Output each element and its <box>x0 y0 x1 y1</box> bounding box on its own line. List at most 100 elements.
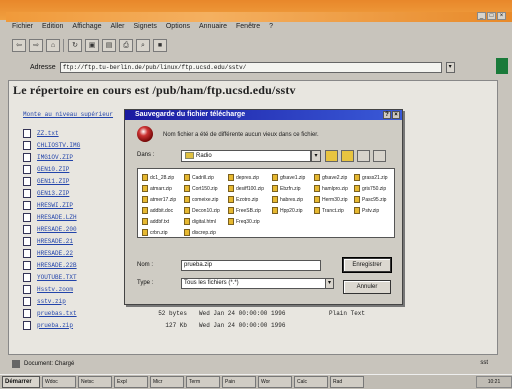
menu-edition[interactable]: Edition <box>42 23 63 35</box>
pane-file-item[interactable]: grass21.zip <box>354 172 394 183</box>
pane-file-item[interactable]: Pasc95.zip <box>354 194 394 205</box>
pane-file-item[interactable]: crbn.zip <box>142 227 184 238</box>
taskbar-item[interactable]: Rad <box>330 376 364 388</box>
up-folder-icon[interactable] <box>325 150 338 162</box>
taskbar-item[interactable]: Calc <box>294 376 328 388</box>
taskbar-item[interactable]: Term <box>186 376 220 388</box>
file-link[interactable]: HRESADE.22B <box>37 262 107 269</box>
toolbar-separator <box>63 38 65 52</box>
menu-annuaire[interactable]: Annuaire <box>199 23 227 35</box>
back-arrow-icon[interactable]: ⇦ <box>12 38 26 52</box>
menu-aller[interactable]: Aller <box>110 23 124 35</box>
file-link[interactable]: HRESADE.LZH <box>37 214 107 221</box>
reload-icon[interactable]: ↻ <box>68 38 82 52</box>
file-link[interactable]: sstv.zip <box>37 298 107 305</box>
file-icon <box>23 272 31 282</box>
pane-file-item[interactable]: atmer17.zip <box>142 194 184 205</box>
close-button[interactable]: × <box>497 12 506 20</box>
zip-file-icon <box>314 174 320 181</box>
file-link[interactable]: HRESWI.ZIP <box>37 202 107 209</box>
pane-file-item[interactable]: addbf.txt <box>142 216 184 227</box>
filename-input[interactable]: prueba.zip <box>181 260 321 271</box>
pane-file-item[interactable]: comeixe.zip <box>184 194 228 205</box>
taskbar-item[interactable]: Wor <box>258 376 292 388</box>
find-icon[interactable]: ⌕ <box>136 38 150 52</box>
pane-file-item[interactable]: Tranct.zip <box>314 205 354 216</box>
file-link[interactable]: HRESADE.22 <box>37 250 107 257</box>
home-icon[interactable]: ⌂ <box>46 38 60 52</box>
taskbar-item[interactable]: Expl <box>114 376 148 388</box>
new-folder-icon[interactable] <box>341 150 354 162</box>
parent-directory-link[interactable]: Monte au niveau supérieur <box>23 111 113 118</box>
file-link[interactable]: Hsstv.zoom <box>37 286 107 293</box>
pane-file-item[interactable]: addbit.doc <box>142 205 184 216</box>
taskbar-item[interactable]: Pain <box>222 376 256 388</box>
pane-file-item[interactable]: desiff100.zip <box>228 183 272 194</box>
file-link[interactable]: YOUTUBE.TXT <box>37 274 107 281</box>
address-input[interactable]: ftp://ftp.tu-berlin.de/pub/linux/ftp.ucs… <box>59 61 442 73</box>
file-link[interactable]: GEN11.ZIP <box>37 178 107 185</box>
file-link[interactable]: pruebas.txt <box>37 310 107 317</box>
pane-file-item[interactable]: hamlpro.zip <box>314 183 354 194</box>
taskbar-item[interactable]: Netsc <box>78 376 112 388</box>
pane-file-item[interactable]: depres.zip <box>228 172 272 183</box>
folder-select[interactable]: Radio <box>181 150 311 162</box>
close-icon[interactable]: × <box>392 111 400 119</box>
menu-options[interactable]: Options <box>166 23 190 35</box>
pane-file-item[interactable]: Hpp20.zip <box>272 205 314 216</box>
forward-arrow-icon[interactable]: ⇨ <box>29 38 43 52</box>
help-icon[interactable]: ? <box>383 111 391 119</box>
file-link[interactable]: prueba.zip <box>37 322 107 329</box>
details-view-icon[interactable] <box>373 150 386 162</box>
menu-fenetre[interactable]: Fenêtre <box>236 23 260 35</box>
print-icon[interactable]: ⎙ <box>119 38 133 52</box>
file-link[interactable]: CHLIOSTV.IMG <box>37 142 107 149</box>
file-link[interactable]: GEN10.ZIP <box>37 166 107 173</box>
pane-file-item[interactable]: atmarr.zip <box>142 183 184 194</box>
pane-file-name: Herm30.zip <box>322 196 348 203</box>
file-link[interactable]: ZZ.txt <box>37 130 107 137</box>
pane-file-item[interactable]: gris750.zip <box>354 183 394 194</box>
file-link[interactable]: GEN13.ZIP <box>37 190 107 197</box>
pane-file-item[interactable]: FreeSB.zip <box>228 205 272 216</box>
filetype-select[interactable]: Tous les fichiers (*.*) <box>181 278 327 289</box>
open-icon[interactable]: ▤ <box>102 38 116 52</box>
list-view-icon[interactable] <box>357 150 370 162</box>
stop-icon[interactable]: ■ <box>153 38 167 52</box>
pane-file-item[interactable]: Cadrill.zip <box>184 172 228 183</box>
pane-file-item[interactable]: discrep.zip <box>184 227 228 238</box>
menu-fichier[interactable]: Fichier <box>12 23 33 35</box>
menu-affichage[interactable]: Affichage <box>72 23 101 35</box>
minimize-button[interactable]: _ <box>477 12 486 20</box>
chevron-down-icon[interactable]: ▾ <box>325 278 334 289</box>
chevron-down-icon[interactable]: ▾ <box>445 61 455 73</box>
file-link[interactable]: HRESADE.21 <box>37 238 107 245</box>
pane-file-item[interactable]: Freq30.zip <box>228 216 272 227</box>
images-icon[interactable]: ▣ <box>85 38 99 52</box>
cancel-button[interactable]: Annuler <box>343 280 391 294</box>
zip-file-icon <box>354 196 360 203</box>
taskbar-item[interactable]: Micr <box>150 376 184 388</box>
pane-file-item[interactable]: gfsave2.zip <box>314 172 354 183</box>
maximize-button[interactable]: □ <box>487 12 496 20</box>
pane-file-item[interactable]: dc1_28.zip <box>142 172 184 183</box>
menu-signets[interactable]: Signets <box>134 23 157 35</box>
pane-file-item[interactable]: gfsave1.zip <box>272 172 314 183</box>
menu-help[interactable]: ? <box>269 23 273 35</box>
file-size: 52 bytes <box>158 309 187 317</box>
pane-file-item[interactable]: habres.zip <box>272 194 314 205</box>
file-link[interactable]: IMG1OV.ZIP <box>37 154 107 161</box>
pane-file-item[interactable]: Herm30.zip <box>314 194 354 205</box>
pane-file-item[interactable]: Pstv.zip <box>354 205 394 216</box>
pane-file-item[interactable]: Cort150.zip <box>184 183 228 194</box>
zip-file-icon <box>142 207 148 214</box>
chevron-down-icon[interactable]: ▾ <box>311 150 321 162</box>
pane-file-item[interactable]: Ebzfn.zip <box>272 183 314 194</box>
file-link[interactable]: HRESADE.200 <box>37 226 107 233</box>
save-button[interactable]: Enregistrer <box>342 257 392 273</box>
pane-file-item[interactable]: Ezotro.zip <box>228 194 272 205</box>
pane-file-item[interactable]: digital.html <box>184 216 228 227</box>
pane-file-item[interactable]: Decon10.zip <box>184 205 228 216</box>
start-button[interactable]: Démarrer <box>2 376 40 388</box>
taskbar-item[interactable]: Wdoc <box>42 376 76 388</box>
